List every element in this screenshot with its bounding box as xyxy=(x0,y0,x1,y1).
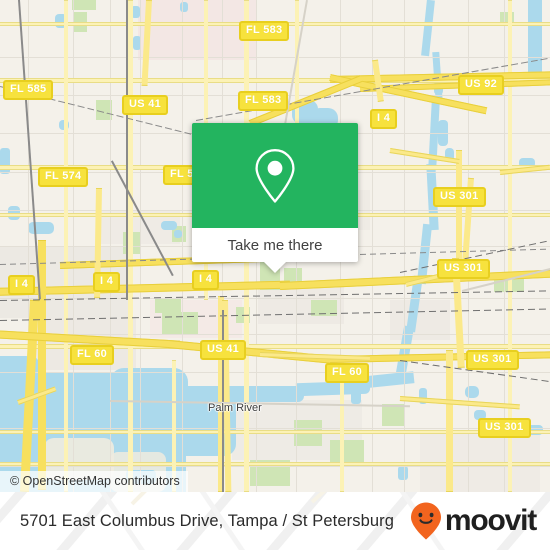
road-shield: US 301 xyxy=(437,259,490,279)
map-canvas[interactable]: FL 583 US 92 FL 585 US 41 FL 583 I 4 FL 574 FL … xyxy=(0,0,550,492)
road-shield: I 4 xyxy=(93,272,121,292)
osm-attribution-label: © OpenStreetMap contributors xyxy=(10,474,180,488)
take-me-there-button[interactable]: Take me there xyxy=(192,228,358,262)
road-shield: I 4 xyxy=(192,270,220,290)
road-shield: US 41 xyxy=(122,95,169,115)
osm-attribution[interactable]: © OpenStreetMap contributors xyxy=(0,471,188,492)
take-me-there-label: Take me there xyxy=(227,236,323,254)
place-label: Palm River xyxy=(208,402,262,414)
road-shield: I 4 xyxy=(370,109,398,129)
road-shield: US 301 xyxy=(478,418,531,438)
road-shield: FL 585 xyxy=(3,80,54,100)
road-shield: FL 583 xyxy=(238,91,289,111)
moovit-wordmark: moovit xyxy=(444,504,537,537)
location-address-label: 5701 East Columbus Drive, Tampa / St Pet… xyxy=(20,511,394,530)
moovit-logo[interactable]: moovit xyxy=(409,501,537,541)
road-shield: FL 583 xyxy=(239,21,290,41)
footer-bar: 5701 East Columbus Drive, Tampa / St Pet… xyxy=(0,492,550,550)
road-shield: US 92 xyxy=(458,75,505,95)
road-shield: FL 60 xyxy=(325,363,370,383)
moovit-pin-smiley-icon xyxy=(410,502,441,540)
road-shield: US 41 xyxy=(200,340,247,360)
destination-popup-card[interactable]: Take me there xyxy=(192,123,358,273)
road-shield: US 301 xyxy=(433,187,486,207)
popup-pointer xyxy=(264,262,286,273)
map-pin-icon xyxy=(255,148,295,203)
popup-image-area xyxy=(192,123,358,228)
road-shield: US 301 xyxy=(466,350,519,370)
road-shield: FL 574 xyxy=(38,167,89,187)
road-shield: FL 60 xyxy=(70,345,115,365)
map-screenshot-root: FL 583 US 92 FL 585 US 41 FL 583 I 4 FL 574 FL … xyxy=(0,0,550,550)
road-shield: I 4 xyxy=(8,275,36,295)
